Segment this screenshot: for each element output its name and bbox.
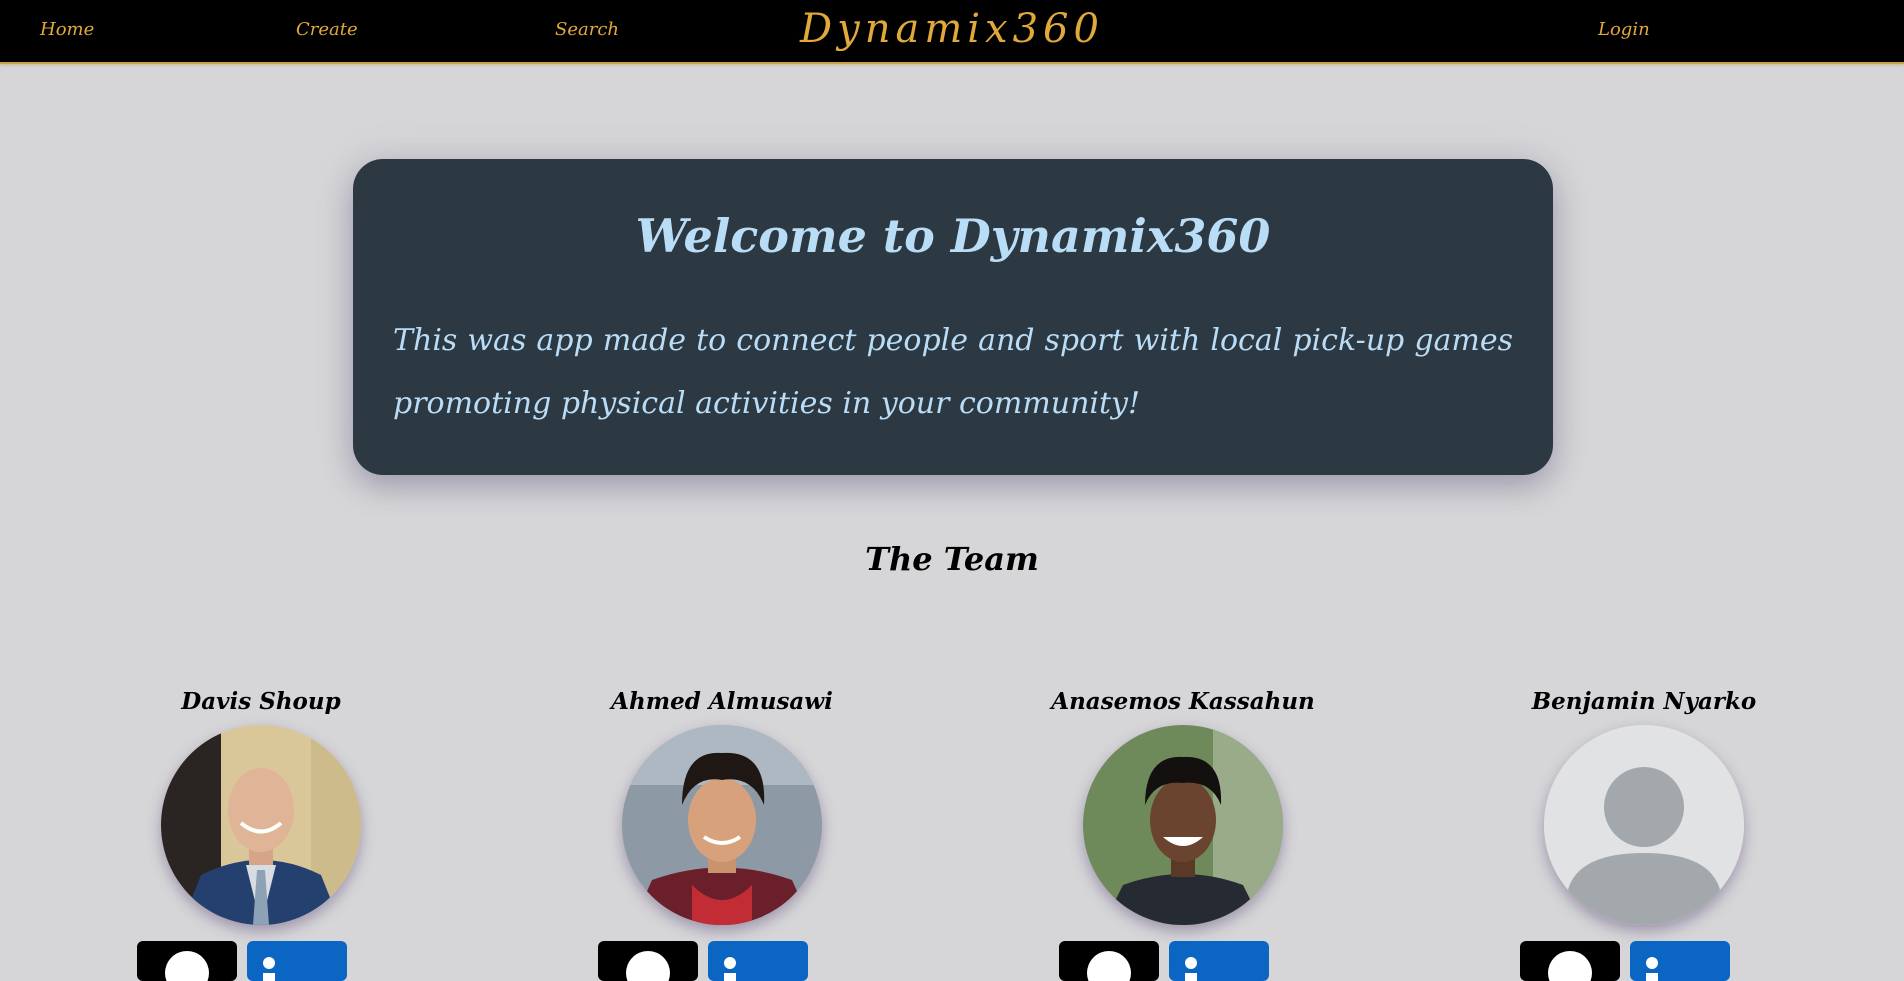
default-user-icon <box>1544 725 1744 925</box>
linkedin-button[interactable] <box>1630 941 1730 981</box>
member-photo <box>161 725 361 925</box>
linkedin-button[interactable] <box>708 941 808 981</box>
linkedin-button[interactable] <box>1169 941 1269 981</box>
welcome-card: Welcome to Dynamix360 This was app made … <box>353 159 1553 475</box>
team-member-card: Benjamin Nyarko <box>1504 688 1784 981</box>
github-icon <box>1548 951 1592 981</box>
linkedin-icon <box>724 957 736 981</box>
team-heading: The Team <box>865 540 1039 578</box>
github-icon <box>626 951 670 981</box>
github-icon <box>1087 951 1131 981</box>
member-name: Ahmed Almusawi <box>611 688 833 715</box>
member-name: Benjamin Nyarko <box>1531 688 1757 715</box>
welcome-title: Welcome to Dynamix360 <box>635 209 1271 263</box>
member-photo <box>622 725 822 925</box>
linkedin-icon <box>263 957 275 981</box>
github-button[interactable] <box>1059 941 1159 981</box>
team-member-card: Anasemos Kassahun <box>1043 688 1323 981</box>
welcome-description: This was app made to connect people and … <box>393 323 1513 421</box>
github-button[interactable] <box>137 941 237 981</box>
linkedin-button[interactable] <box>247 941 347 981</box>
team-member-card: Ahmed Almusawi <box>582 688 862 981</box>
brand-logo-text[interactable]: Dynamix360 <box>800 6 1104 52</box>
github-button[interactable] <box>1520 941 1620 981</box>
team-member-card: Davis Shoup <box>121 688 401 981</box>
nav-login-link[interactable]: Login <box>1598 19 1650 40</box>
linkedin-icon <box>1646 957 1658 981</box>
nav-create-link[interactable]: Create <box>296 19 358 40</box>
github-icon <box>165 951 209 981</box>
github-button[interactable] <box>598 941 698 981</box>
navbar: Home Create Search Dynamix360 Login <box>0 0 1904 64</box>
member-name: Davis Shoup <box>181 688 341 715</box>
member-photo <box>1083 725 1283 925</box>
member-name: Anasemos Kassahun <box>1051 688 1315 715</box>
linkedin-icon <box>1185 957 1197 981</box>
nav-home-link[interactable]: Home <box>40 19 94 40</box>
nav-search-link[interactable]: Search <box>555 19 619 40</box>
